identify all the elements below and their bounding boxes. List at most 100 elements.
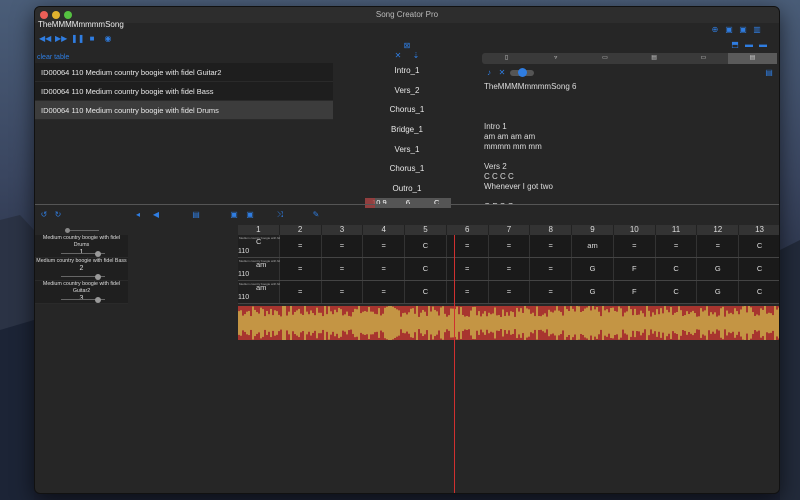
chord-cell[interactable]: C — [739, 235, 779, 257]
waveform-sample — [732, 314, 734, 332]
chord-cell[interactable]: C — [405, 258, 447, 280]
chord-cell[interactable]: = — [321, 235, 364, 257]
target-icon[interactable]: ⊕ — [710, 25, 720, 35]
close-button[interactable] — [40, 11, 48, 19]
view-tab-icon[interactable]: ▭ — [679, 53, 728, 64]
channel-fader-knob[interactable] — [95, 250, 102, 257]
fast-forward-icon[interactable]: ▶▶ — [55, 34, 67, 44]
shuffle-icon-2[interactable]: ⤨ — [275, 210, 285, 220]
chord-cell[interactable]: C — [655, 281, 698, 303]
section-item[interactable]: Outro_1 — [357, 179, 457, 199]
waveform-sample — [728, 313, 730, 333]
zoom-button[interactable] — [64, 11, 72, 19]
waveform-sample — [338, 307, 340, 339]
view-tab-icon[interactable]: ▯ — [482, 53, 531, 64]
record-icon[interactable]: ◉ — [103, 34, 113, 44]
help-icon[interactable]: ▣ — [245, 210, 255, 220]
chord-cell[interactable]: = — [530, 281, 573, 303]
chord-cell[interactable]: = — [363, 258, 406, 280]
track-row[interactable]: ID00064 110 Medium country boogie with f… — [35, 63, 333, 82]
chord-cell[interactable]: F — [613, 258, 656, 280]
chord-cell[interactable]: = — [488, 258, 531, 280]
waveform-sample — [772, 315, 774, 331]
font-size-slider[interactable] — [510, 68, 534, 77]
pause-icon[interactable]: ❚❚ — [71, 34, 84, 44]
channel-fader-knob[interactable] — [95, 273, 102, 280]
download-icon[interactable]: ⬒ — [730, 40, 740, 50]
save-as-icon[interactable]: ▣ — [738, 25, 748, 35]
section-item[interactable]: Vers_2 — [357, 81, 457, 101]
master-volume[interactable] — [35, 226, 128, 235]
channel-fader-knob[interactable] — [95, 296, 102, 303]
track-row[interactable]: ID00064 110 Medium country boogie with f… — [35, 82, 333, 101]
chord-cell[interactable]: Medium country boogie with fidel Bass am 1… — [238, 258, 290, 280]
speaker-icon[interactable]: ◀ — [151, 210, 161, 220]
document-icon[interactable]: ▤ — [764, 68, 774, 78]
chord-cell[interactable]: = — [279, 235, 322, 257]
chord-cell[interactable]: G — [697, 258, 740, 280]
view-tab-icon[interactable]: ▤ — [727, 53, 778, 64]
section-item[interactable]: Chorus_1 — [357, 100, 457, 120]
chord-cell[interactable]: = — [321, 258, 364, 280]
chord-cell[interactable]: = — [488, 235, 531, 257]
track-row[interactable]: ID00064 110 Medium country boogie with f… — [35, 101, 333, 120]
folder-open-icon[interactable]: ▬ — [744, 40, 754, 50]
chord-cell[interactable]: C — [739, 258, 779, 280]
master-knob[interactable] — [65, 228, 70, 233]
loop-back-icon[interactable]: ↺ — [39, 210, 49, 220]
chord-cell[interactable]: = — [279, 281, 322, 303]
chord-cell[interactable]: = — [488, 281, 531, 303]
clear-table-link[interactable]: clear table — [37, 54, 69, 61]
chord-cell[interactable]: am — [572, 235, 614, 257]
waveform-sample — [456, 306, 458, 340]
chord-cell[interactable]: C — [405, 281, 447, 303]
notes-icon[interactable]: ▤ — [191, 210, 201, 220]
chord-cell[interactable]: G — [697, 281, 740, 303]
chord-cell[interactable]: = — [530, 235, 573, 257]
folder-icon[interactable]: ▬ — [758, 40, 768, 50]
view-tab-icon[interactable]: ▤ — [630, 53, 679, 64]
info-icon[interactable]: ▣ — [229, 210, 239, 220]
section-add-icon[interactable]: ⊠ — [402, 41, 412, 61]
save-icon[interactable]: ▣ — [724, 25, 734, 35]
section-item[interactable]: Intro_1 — [357, 61, 457, 81]
waveform-sample — [618, 306, 620, 340]
view-tab-icon[interactable]: ▿ — [531, 53, 580, 64]
volume-icon[interactable]: ◂ — [133, 210, 143, 220]
wrench-icon[interactable]: ✎ — [311, 210, 321, 220]
chord-cell[interactable]: = — [613, 235, 656, 257]
lyrics-view[interactable]: TheMMMMmmmmSong 6 Intro 1 am am am am mmmm … — [484, 82, 774, 204]
chord-cell[interactable]: G — [572, 281, 614, 303]
chord-cell[interactable]: C — [739, 281, 779, 303]
chord-cell[interactable]: = — [530, 258, 573, 280]
piano-icon[interactable]: ▥ — [752, 25, 762, 35]
chord-cell[interactable]: = — [321, 281, 364, 303]
waveform-sample — [250, 316, 252, 330]
playhead[interactable] — [454, 235, 455, 493]
waveform-sample — [366, 311, 368, 335]
chord-cell[interactable]: Medium country boogie with fidel Guitar2… — [238, 281, 293, 303]
section-item[interactable]: Vers_1 — [357, 140, 457, 160]
music-note-icon[interactable]: ♪ — [484, 68, 494, 78]
chord-cell[interactable]: = — [363, 235, 406, 257]
rewind-icon[interactable]: ◀◀ — [39, 34, 51, 44]
section-item[interactable]: Bridge_1 — [357, 120, 457, 140]
chord-cell[interactable]: G — [572, 258, 614, 280]
chord-cell[interactable]: = — [363, 281, 406, 303]
chord-cell[interactable]: Medium country boogie with fidel Drums C 1… — [238, 235, 292, 257]
waveform-sample — [724, 316, 726, 330]
waveform-sample — [358, 306, 360, 340]
minimize-button[interactable] — [52, 11, 60, 19]
chord-cell[interactable]: = — [697, 235, 740, 257]
loop-forward-icon[interactable]: ↻ — [53, 210, 63, 220]
chord-cell[interactable]: = — [279, 258, 322, 280]
font-size-slider-knob[interactable] — [518, 68, 527, 77]
chord-cell[interactable]: C — [405, 235, 447, 257]
chord-cell[interactable]: C — [655, 258, 698, 280]
stop-icon[interactable]: ■ — [87, 34, 97, 44]
view-tab-icon[interactable]: ▭ — [580, 53, 629, 64]
chord-cell[interactable]: F — [613, 281, 656, 303]
chord-cell[interactable]: = — [655, 235, 698, 257]
section-item[interactable]: Chorus_1 — [357, 159, 457, 179]
tools-icon[interactable]: ✕ — [497, 68, 507, 78]
